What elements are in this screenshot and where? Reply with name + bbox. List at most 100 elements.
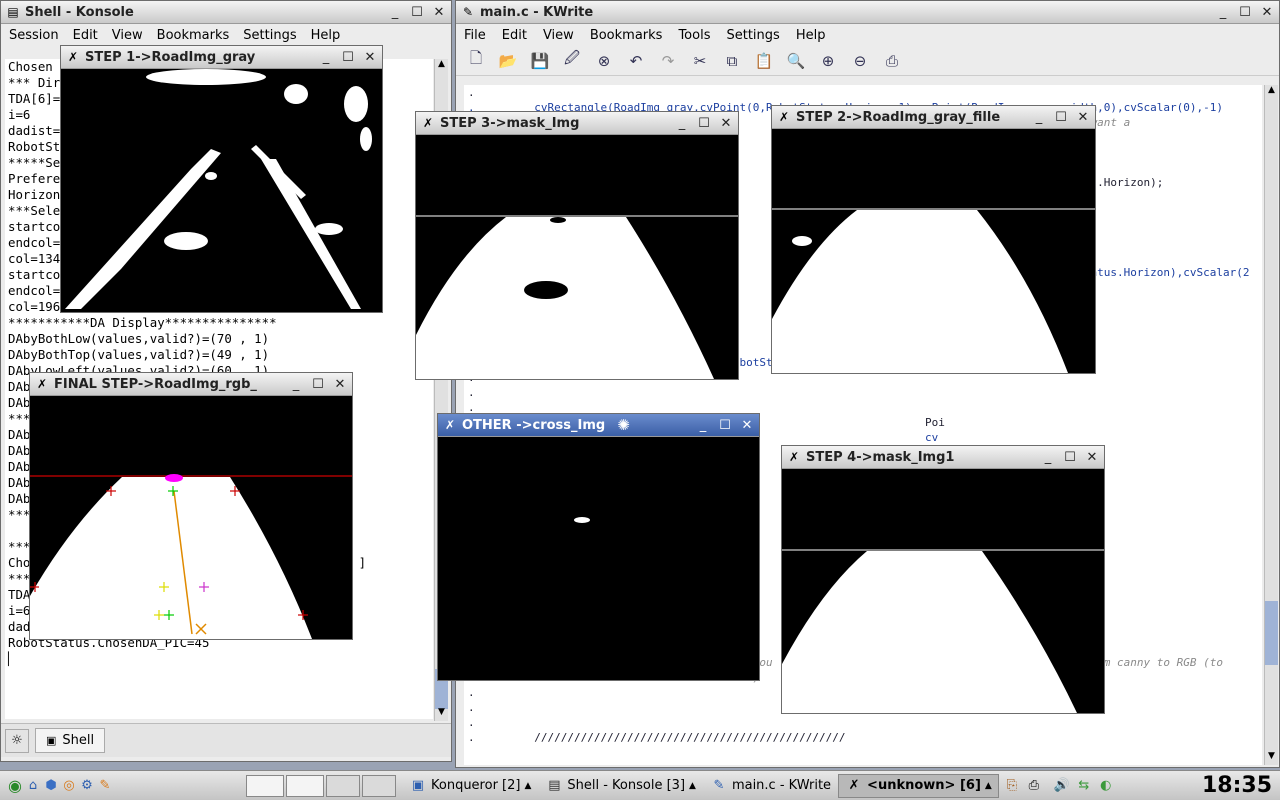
maximize-icon[interactable]: ☐: [694, 114, 714, 132]
kmenu-icon[interactable]: ◉: [6, 776, 24, 795]
menu-settings[interactable]: Settings: [726, 28, 779, 43]
cut-icon[interactable]: ✂: [688, 49, 712, 73]
zoom-in-icon[interactable]: ⊕: [816, 49, 840, 73]
final-titlebar[interactable]: ✗ FINAL STEP->RoadImg_rgb_ _ ☐ ✕: [30, 373, 352, 396]
minimize-icon[interactable]: _: [316, 48, 336, 66]
close-icon[interactable]: ✕: [360, 48, 380, 66]
help-icon[interactable]: ✎: [96, 777, 114, 795]
x-window-icon[interactable]: ✗: [776, 109, 792, 125]
step1-titlebar[interactable]: ✗ STEP 1->RoadImg_gray _ ☐ ✕: [61, 46, 382, 69]
save-icon[interactable]: 💾: [528, 49, 552, 73]
menu-file[interactable]: File: [464, 28, 486, 43]
network-icon[interactable]: ⇆: [1075, 777, 1093, 795]
minimize-icon[interactable]: _: [1029, 108, 1049, 126]
close-icon[interactable]: ✕: [1073, 108, 1093, 126]
pager-desktop-3[interactable]: [326, 774, 360, 797]
maximize-icon[interactable]: ☐: [1060, 448, 1080, 466]
menu-session[interactable]: Session: [9, 28, 59, 43]
x-window-icon[interactable]: ✗: [786, 449, 802, 465]
scroll-down-icon[interactable]: ▼: [435, 707, 448, 721]
tab-shell[interactable]: ▣ Shell: [35, 728, 106, 753]
close-icon[interactable]: ✕: [1082, 448, 1102, 466]
klipper-icon[interactable]: ⎘: [1003, 777, 1021, 795]
close-icon[interactable]: ✕: [716, 114, 736, 132]
close-doc-icon[interactable]: ⊗: [592, 49, 616, 73]
step2-titlebar[interactable]: ✗ STEP 2->RoadImg_gray_fille _ ☐ ✕: [772, 106, 1095, 129]
maximize-icon[interactable]: ☐: [1051, 108, 1071, 126]
window-menu-icon[interactable]: ▤: [5, 4, 21, 20]
pager-desktop-2[interactable]: [286, 774, 324, 797]
konqueror-launch-icon[interactable]: ⚙: [78, 777, 96, 795]
task-konqueror[interactable]: ▣ Konqueror [2] ▲: [402, 774, 538, 798]
konsole-titlebar[interactable]: ▤ Shell - Konsole _ ☐ ✕: [1, 1, 451, 24]
clock[interactable]: 18:35: [1202, 773, 1272, 798]
menu-bookmarks[interactable]: Bookmarks: [590, 28, 663, 43]
paste-icon[interactable]: 📋: [752, 49, 776, 73]
x-window-icon[interactable]: ✗: [65, 49, 81, 65]
menu-bookmarks[interactable]: Bookmarks: [157, 28, 230, 43]
close-icon[interactable]: ✕: [330, 375, 350, 393]
browser-icon[interactable]: ◎: [60, 777, 78, 795]
x-window-icon[interactable]: ✗: [442, 417, 458, 433]
maximize-icon[interactable]: ☐: [308, 375, 328, 393]
scroll-up-icon[interactable]: ▲: [435, 59, 448, 73]
scroll-down-icon[interactable]: ▼: [1265, 751, 1278, 765]
menu-edit[interactable]: Edit: [502, 28, 527, 43]
minimize-icon[interactable]: _: [286, 375, 306, 393]
menu-help[interactable]: Help: [311, 28, 341, 43]
volume-icon[interactable]: 🔊: [1053, 777, 1071, 795]
scroll-thumb[interactable]: [1265, 601, 1278, 665]
minimize-icon[interactable]: _: [1038, 448, 1058, 466]
menu-view[interactable]: View: [112, 28, 143, 43]
task-unknown[interactable]: ✗ <unknown> [6] ▲: [838, 773, 999, 798]
task-konsole[interactable]: ▤ Shell - Konsole [3] ▲: [538, 774, 703, 798]
undo-icon[interactable]: ↶: [624, 49, 648, 73]
maximize-icon[interactable]: ☐: [407, 3, 427, 21]
new-session-icon[interactable]: ☼: [5, 728, 29, 753]
close-icon[interactable]: ✕: [1257, 3, 1277, 21]
step1-window: ✗ STEP 1->RoadImg_gray _ ☐ ✕: [60, 45, 383, 313]
kwrite-titlebar[interactable]: ✎ main.c - KWrite _ ☐ ✕: [456, 1, 1279, 24]
menu-settings[interactable]: Settings: [243, 28, 296, 43]
other-titlebar[interactable]: ✗ OTHER ->cross_Img ✺ _ ☐ ✕: [438, 414, 759, 437]
menu-help[interactable]: Help: [796, 28, 826, 43]
step3-titlebar[interactable]: ✗ STEP 3->mask_Img _ ☐ ✕: [416, 112, 738, 135]
redo-icon[interactable]: ↷: [656, 49, 680, 73]
minimize-icon[interactable]: _: [385, 3, 405, 21]
x-window-icon[interactable]: ✗: [420, 115, 436, 131]
printer-icon[interactable]: ⎙: [1025, 777, 1043, 795]
task-kwrite[interactable]: ✎ main.c - KWrite: [703, 774, 838, 798]
battery-icon[interactable]: ◐: [1097, 777, 1115, 795]
open-file-icon[interactable]: 📂: [496, 49, 520, 73]
maximize-icon[interactable]: ☐: [715, 416, 735, 434]
pager[interactable]: [246, 774, 396, 797]
task-konqueror-label: Konqueror [2]: [431, 778, 521, 793]
zoom-out-icon[interactable]: ⊖: [848, 49, 872, 73]
close-icon[interactable]: ✕: [737, 416, 757, 434]
minimize-icon[interactable]: _: [672, 114, 692, 132]
menu-tools[interactable]: Tools: [678, 28, 710, 43]
menu-view[interactable]: View: [543, 28, 574, 43]
copy-icon[interactable]: ⧉: [720, 49, 744, 73]
minimize-icon[interactable]: _: [1213, 3, 1233, 21]
find-icon[interactable]: 🔍: [784, 49, 808, 73]
x-window-icon[interactable]: ✗: [34, 376, 50, 392]
maximize-icon[interactable]: ☐: [338, 48, 358, 66]
task-konsole-label: Shell - Konsole [3]: [567, 778, 686, 793]
pager-desktop-4[interactable]: [362, 774, 396, 797]
gear-icon[interactable]: ✺: [617, 416, 630, 434]
kwrite-app-icon[interactable]: ✎: [460, 4, 476, 20]
pager-desktop-1[interactable]: [246, 774, 284, 797]
save-as-icon[interactable]: 🖉: [560, 49, 584, 73]
maximize-icon[interactable]: ☐: [1235, 3, 1255, 21]
print-icon[interactable]: ⎙: [880, 49, 904, 73]
new-file-icon[interactable]: 🗋: [464, 49, 488, 73]
close-icon[interactable]: ✕: [429, 3, 449, 21]
menu-edit[interactable]: Edit: [73, 28, 98, 43]
scroll-up-icon[interactable]: ▲: [1265, 85, 1278, 99]
step4-titlebar[interactable]: ✗ STEP 4->mask_Img1 _ ☐ ✕: [782, 446, 1104, 469]
desktop-icon[interactable]: ⌂: [24, 777, 42, 795]
home-icon[interactable]: ⬢: [42, 777, 60, 795]
editor-scrollbar[interactable]: ▲ ▼: [1264, 85, 1278, 765]
minimize-icon[interactable]: _: [693, 416, 713, 434]
